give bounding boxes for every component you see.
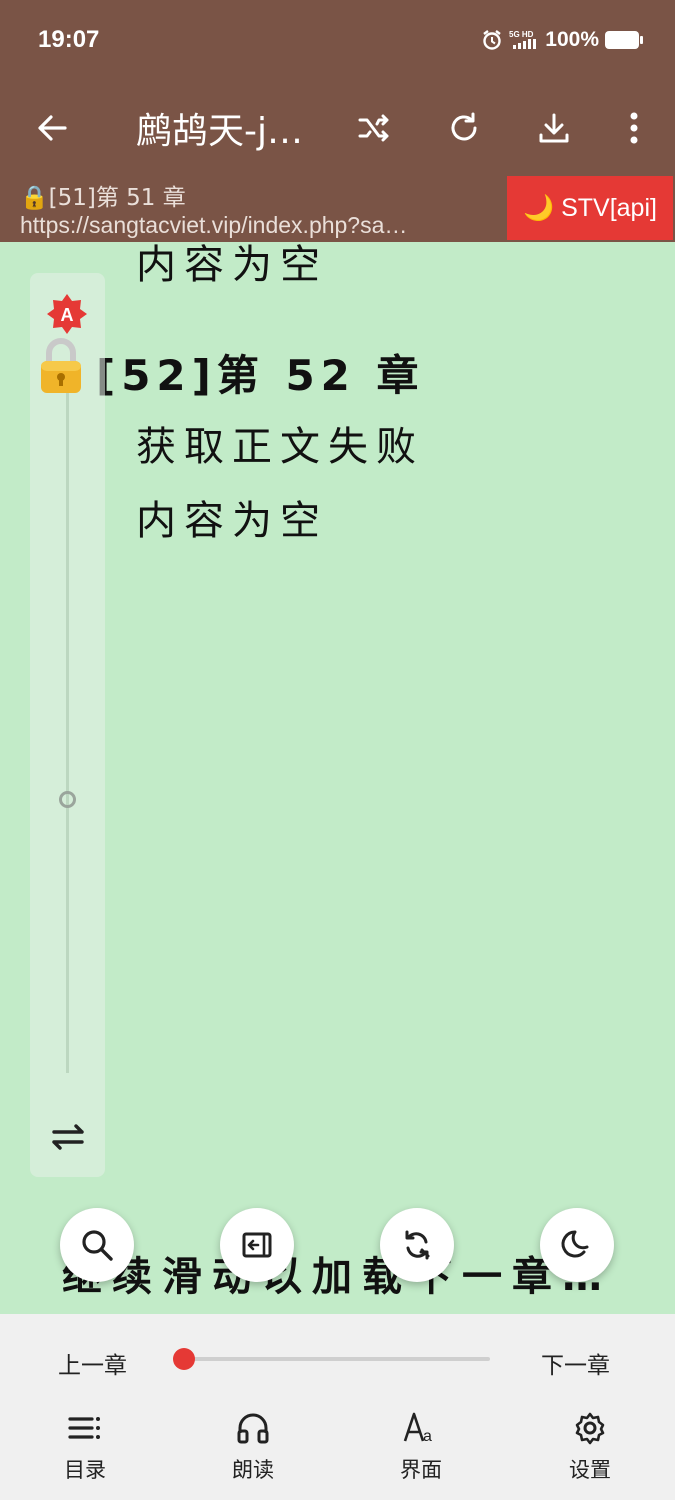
- nav-label: 目录: [64, 1458, 106, 1482]
- nav-read-aloud[interactable]: 朗读: [208, 1406, 298, 1486]
- page-flip-icon: [242, 1232, 272, 1258]
- scroll-track[interactable]: [66, 393, 69, 1073]
- find-replace-icon: [405, 1230, 430, 1260]
- auto-scroll-button[interactable]: [220, 1208, 294, 1282]
- signal-icon: 5G HD: [509, 30, 537, 49]
- load-next-hint: 继续滑动以加载下一章…: [62, 1254, 612, 1300]
- svg-text:a: a: [423, 1428, 432, 1445]
- night-mode-button[interactable]: [540, 1208, 614, 1282]
- change-source-button[interactable]: [348, 102, 400, 154]
- status-bar: 19:07 5G HD 100%: [0, 0, 675, 82]
- list-icon: [68, 1417, 100, 1439]
- svg-text:5G HD: 5G HD: [509, 30, 534, 39]
- current-chapter-title: 🔒[51]第 51 章: [20, 185, 186, 211]
- lock-icon: [38, 336, 84, 396]
- nav-label: 设置: [569, 1458, 611, 1482]
- status-icons: 5G HD 100%: [481, 28, 643, 52]
- previous-chapter-button[interactable]: 上一章: [58, 1346, 127, 1380]
- refresh-button[interactable]: [438, 102, 490, 154]
- arrow-left-icon: [38, 115, 67, 141]
- replace-button[interactable]: [380, 1208, 454, 1282]
- chapter-url: https://sangtacviet.vip/index.php?sa…: [20, 212, 408, 238]
- progress-knob[interactable]: [173, 1348, 195, 1370]
- search-button[interactable]: [60, 1208, 134, 1282]
- book-title[interactable]: 鹧鸪天-j…: [136, 102, 303, 154]
- nav-settings[interactable]: 设置: [545, 1406, 635, 1486]
- gear-icon: [575, 1412, 605, 1445]
- previous-chapter-text: 内容为空: [136, 242, 328, 288]
- font-icon: a: [403, 1412, 432, 1445]
- chapter-heading: [52]第 52 章: [96, 351, 425, 400]
- swap-icon: [52, 1124, 84, 1150]
- quick-scroll-panel[interactable]: A: [30, 273, 105, 1177]
- refresh-icon: [451, 112, 477, 141]
- content-line: 获取正文失败: [136, 424, 424, 470]
- next-chapter-button[interactable]: 下一章: [541, 1346, 610, 1380]
- source-button[interactable]: 🌙 STV[api]: [507, 176, 673, 240]
- nav-catalog[interactable]: 目录: [40, 1406, 130, 1486]
- download-icon: [539, 113, 569, 143]
- content-line: 内容为空: [136, 498, 328, 544]
- chapter-progress-slider[interactable]: [173, 1348, 490, 1370]
- more-vertical-icon: [630, 112, 638, 144]
- download-button[interactable]: [528, 102, 580, 154]
- more-button[interactable]: [608, 102, 660, 154]
- auto-page-button[interactable]: A: [46, 293, 88, 335]
- auto-page-label: A: [61, 305, 74, 325]
- page-swap-button[interactable]: [46, 1119, 90, 1155]
- bottom-menu: 上一章 下一章 目录 朗读 a 界面 设置: [0, 1314, 675, 1500]
- top-toolbar: 鹧鸪天-j…: [0, 82, 675, 174]
- nav-interface[interactable]: a 界面: [376, 1406, 466, 1486]
- scroll-thumb[interactable]: [59, 791, 76, 808]
- shuffle-icon: [358, 114, 389, 142]
- back-button[interactable]: [26, 102, 78, 154]
- search-icon: [82, 1230, 113, 1261]
- moon-icon: [561, 1230, 589, 1258]
- battery-text: 100%: [545, 28, 599, 51]
- auto-page-icon: A: [47, 294, 87, 334]
- nav-label: 界面: [400, 1458, 442, 1482]
- alarm-icon: [483, 30, 502, 50]
- nav-label: 朗读: [232, 1458, 274, 1482]
- battery-icon: [605, 31, 643, 49]
- headphones-icon: [237, 1413, 269, 1444]
- status-time: 19:07: [38, 26, 100, 53]
